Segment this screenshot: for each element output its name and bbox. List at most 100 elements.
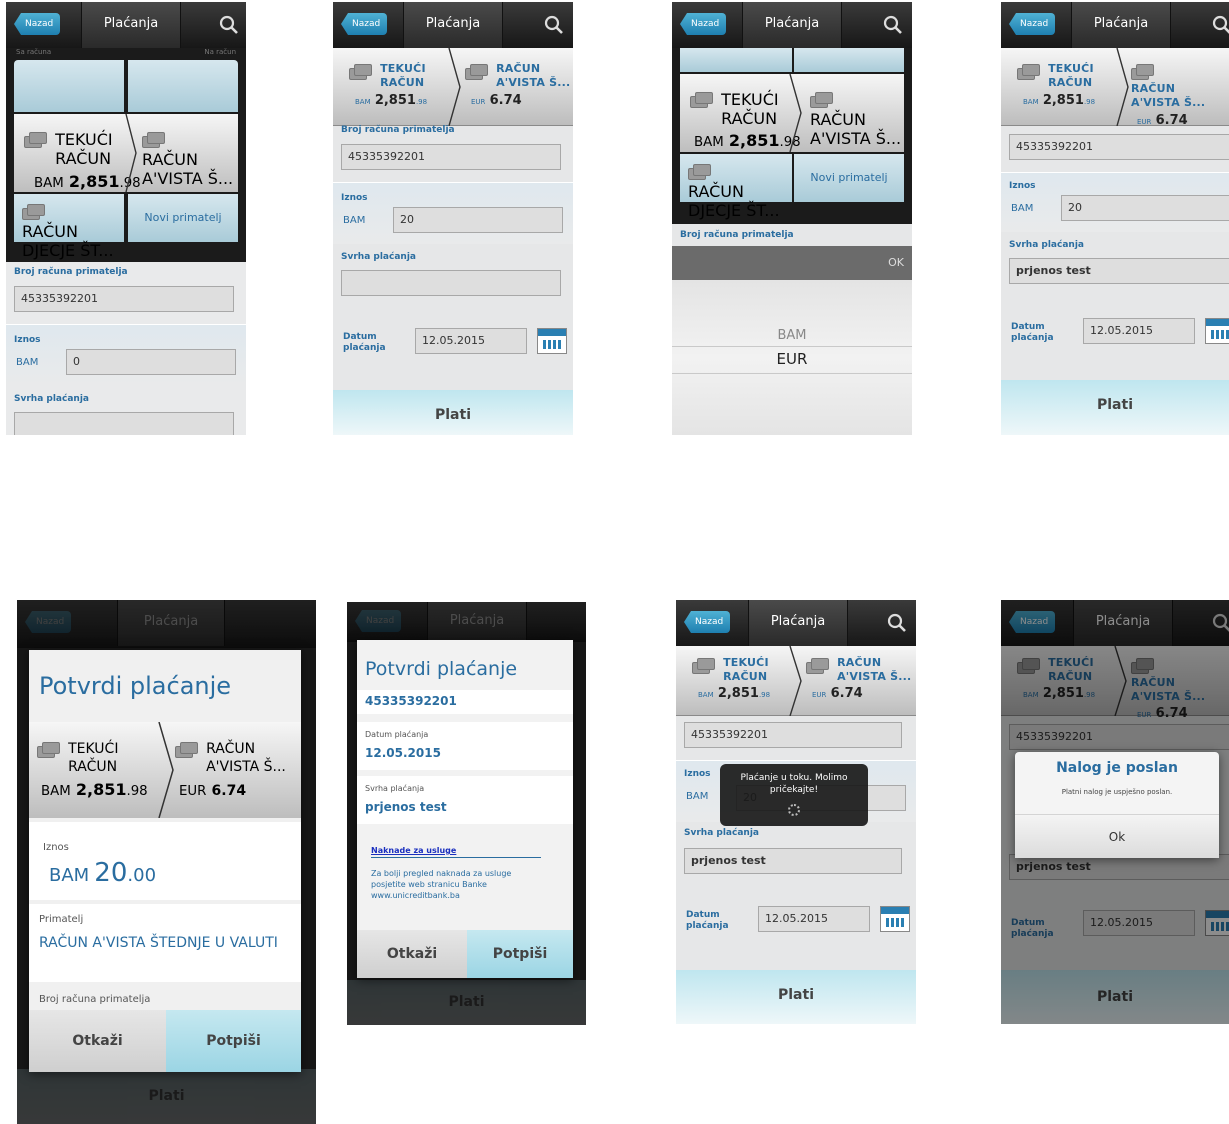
date-input[interactable]: 12.05.2015 <box>1083 318 1195 344</box>
amount-value: BAM 20.00 <box>49 858 156 888</box>
account-name-line1: TEKUĆI <box>721 90 779 109</box>
currency-picker-wheel[interactable]: BAM EUR <box>672 280 912 435</box>
purpose-label: Svrha plaćanja <box>365 784 425 793</box>
account-balance: 6.74 <box>830 686 863 701</box>
amount-label: Iznos <box>684 769 711 779</box>
amount-input[interactable]: 20 <box>393 207 563 233</box>
date-label-line2: plaćanja <box>686 921 729 931</box>
picker-ok-button[interactable]: OK <box>888 256 904 269</box>
account-balance: 2,851 <box>68 172 120 191</box>
carousel-slot[interactable] <box>14 60 124 112</box>
search-icon[interactable] <box>882 14 904 36</box>
search-icon[interactable] <box>218 14 240 36</box>
account-avista[interactable]: RAČUNA'VISTA Š... EUR 6.74 <box>806 656 911 701</box>
purpose-input[interactable]: prjenos test <box>1009 258 1229 284</box>
page-title: Plaćanja <box>1071 2 1171 48</box>
account-name-line2: RAČUN <box>1048 76 1093 89</box>
recipient-summary: Primatelj RAČUN A'VISTA ŠTEDNJE U VALUTI <box>29 904 301 982</box>
date-input[interactable]: 12.05.2015 <box>758 906 870 932</box>
new-recipient-button[interactable]: Novi primatelj <box>794 154 904 202</box>
purpose-input[interactable]: prjenos test <box>684 848 902 874</box>
carousel-divider <box>789 646 802 716</box>
picker-option-bam[interactable]: BAM <box>672 328 912 343</box>
account-djecje[interactable]: RAČUN DJECJE ŠT... <box>680 154 792 220</box>
amount-decimals: .00 <box>127 865 157 886</box>
calendar-icon[interactable] <box>1205 318 1229 344</box>
ok-button[interactable]: Ok <box>1015 814 1219 858</box>
account-selector[interactable]: TEKUĆI RAČUN BAM 2,851.98 RAČUN A'VISTA Š.… <box>676 646 916 716</box>
cards-icon <box>688 162 714 182</box>
search-icon[interactable] <box>543 14 565 36</box>
account-currency: BAM <box>34 176 64 191</box>
calendar-icon[interactable] <box>537 328 567 354</box>
screen-4-filled-form: Nazad Plaćanja TEKUĆI RAČUN BAM 2,851.98 … <box>1001 2 1229 435</box>
account-tekuci[interactable]: TEKUĆI RAČUN BAM 2,851.98 <box>690 90 801 150</box>
carousel-slot[interactable] <box>680 48 792 72</box>
cards-icon <box>465 62 491 82</box>
back-button[interactable]: Nazad <box>341 13 388 35</box>
account-tekuci[interactable]: TEKUĆI RAČUN BAM 2,851.98 <box>692 656 770 701</box>
account-currency: EUR <box>1137 118 1152 126</box>
date-label-line1: Datum <box>343 332 377 342</box>
date-input[interactable]: 12.05.2015 <box>415 328 527 354</box>
account-balance-decimals: .98 <box>126 784 148 799</box>
currency-selector[interactable]: BAM <box>686 791 708 802</box>
calendar-icon[interactable] <box>880 906 910 932</box>
carousel-divider <box>1116 48 1129 126</box>
page-title: Plaćanja <box>81 2 181 48</box>
account-name-line2: RAČUN <box>723 670 768 683</box>
pay-button[interactable]: Plati <box>676 970 916 1024</box>
cancel-button[interactable]: Otkaži <box>357 930 467 978</box>
account-balance: 2,851 <box>75 780 127 799</box>
account-card-selected[interactable]: TEKUĆI RAČUN BAM 2,851.98 RAČUN A'VISTA Š.… <box>680 74 904 170</box>
account-djecje[interactable]: RAČUN DJECJE ŠT... <box>14 194 124 260</box>
carousel-slot[interactable] <box>128 60 238 112</box>
account-selector[interactable]: TEKUĆI RAČUN BAM 2,851.98 RAČUN A'VISTA Š.… <box>333 48 573 126</box>
amount-input[interactable]: 0 <box>66 349 236 375</box>
cards-icon <box>37 740 63 760</box>
account-avista[interactable]: RAČUNA'VISTA Š... EUR 6.74 <box>465 62 570 108</box>
recipient-account-input[interactable]: 45335392201 <box>684 722 902 748</box>
back-button[interactable]: Nazad <box>14 13 61 35</box>
account-name-line1: RAČUN <box>142 150 198 169</box>
page-title: Plaćanja <box>742 2 842 48</box>
account-tekuci[interactable]: TEKUĆI RAČUN BAM 2,851.98 <box>349 62 427 108</box>
spinner-icon <box>788 804 800 816</box>
account-carousel-backdrop: TEKUĆI RAČUN BAM 2,851.98 RAČUN A'VISTA Š.… <box>672 48 912 224</box>
pay-button[interactable]: Plati <box>1001 380 1229 435</box>
back-button[interactable]: Nazad <box>680 13 727 35</box>
screen-1-select-account: Nazad Plaćanja Sa računa Na račun TEKUĆI… <box>6 2 246 435</box>
account-balance-decimals: .98 <box>758 691 771 699</box>
fees-link[interactable]: Naknade za usluge <box>371 846 541 858</box>
picker-option-eur[interactable]: EUR <box>672 350 912 368</box>
account-tekuci[interactable]: TEKUĆI RAČUN BAM 2,851.98 <box>1017 62 1095 108</box>
recipient-account-input[interactable]: 45335392201 <box>341 144 561 170</box>
account-selector[interactable]: TEKUĆI RAČUN BAM 2,851.98 RAČUN A'VISTA Š.… <box>1001 48 1229 128</box>
recipient-account-input[interactable]: 45335392201 <box>14 286 234 312</box>
cancel-button[interactable]: Otkaži <box>29 1010 166 1072</box>
account-name-line2: RAČUN <box>68 759 118 775</box>
purpose-input[interactable] <box>14 412 234 435</box>
currency-selector[interactable]: BAM <box>343 215 365 226</box>
carousel-slot[interactable] <box>794 48 904 72</box>
new-recipient-button[interactable]: Novi primatelj <box>128 194 238 242</box>
back-button[interactable]: Nazad <box>684 611 731 633</box>
purpose-value: prjenos test <box>365 800 447 814</box>
sign-button[interactable]: Potpiši <box>467 930 573 978</box>
amount-main: 20 <box>94 858 128 888</box>
amount-input[interactable]: 20 <box>1061 195 1229 221</box>
account-avista[interactable]: RAČUNA'VISTA Š... EUR 6.74 <box>1131 62 1229 128</box>
search-icon[interactable] <box>886 612 908 634</box>
recipient-account-input[interactable]: 45335392201 <box>1009 134 1229 160</box>
screen-5-confirm-payment: Nazad Plaćanja Plati Potvrdi plaćanje TE… <box>17 600 316 1124</box>
sign-button[interactable]: Potpiši <box>166 1010 301 1072</box>
account-card-selected[interactable]: TEKUĆI RAČUN BAM 2,851.98 RAČUN A'VISTA Š.… <box>14 114 238 211</box>
back-button[interactable]: Nazad <box>1009 13 1056 35</box>
cards-icon <box>22 202 48 222</box>
currency-selector[interactable]: BAM <box>1011 203 1033 214</box>
currency-selector[interactable]: BAM <box>16 357 38 368</box>
header-bar: Nazad Plaćanja <box>6 2 246 48</box>
purpose-input[interactable] <box>341 270 561 296</box>
search-icon[interactable] <box>1211 14 1229 36</box>
pay-button[interactable]: Plati <box>333 390 573 435</box>
